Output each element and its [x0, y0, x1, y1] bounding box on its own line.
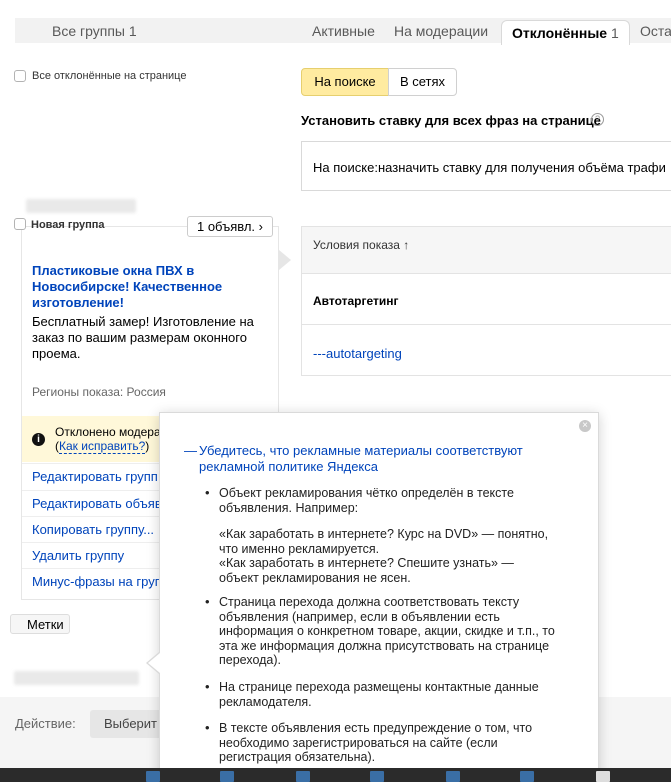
blurred-footer-text: [14, 671, 139, 685]
conditions-table: Условия показа ↑ Автотаргетинг ---autota…: [301, 226, 671, 376]
example-bad: «Как заработать в интернете? Спешите узн…: [219, 556, 514, 585]
groups-tab-bar: Все группы 1 Активные На модерации Откло…: [15, 18, 671, 45]
action-select[interactable]: Выберит: [90, 710, 170, 738]
group-name: Новая группа: [31, 219, 105, 231]
moderation-rules-popup: × — Убедитесь, что рекламные материалы с…: [159, 412, 599, 782]
popup-heading-link[interactable]: Убедитесь, что рекламные материалы соотв…: [199, 443, 569, 475]
rule-item-contacts: На странице перехода размещены контактны…: [205, 680, 559, 709]
how-to-fix-label: Как исправить?: [59, 439, 146, 454]
how-to-fix-link[interactable]: (Как исправить?): [55, 439, 149, 454]
tab-moderation[interactable]: На модерации: [394, 18, 488, 43]
taskbar-app-icon[interactable]: [220, 771, 234, 782]
autotargeting-link[interactable]: ---autotargeting: [313, 346, 402, 361]
tags-button[interactable]: Метки: [10, 614, 70, 634]
taskbar-app-icon[interactable]: [146, 771, 160, 782]
moderation-status-text: Отклонено модера: [55, 425, 161, 439]
taskbar-app-icon[interactable]: [446, 771, 460, 782]
taskbar-app-icon[interactable]: [596, 771, 610, 782]
select-all-checkbox[interactable]: [14, 70, 26, 82]
ad-regions: Регионы показа: Россия: [32, 385, 166, 399]
blurred-group-id: [26, 199, 136, 213]
select-all-label: Все отклонённые на странице: [32, 70, 187, 82]
conditions-divider: [302, 324, 671, 325]
bid-heading: Установить ставку для всех фраз на стран…: [301, 113, 601, 128]
ad-text: Бесплатный замер! Изготовление на заказ …: [32, 314, 254, 361]
group-checkbox[interactable]: [14, 218, 26, 230]
action-label: Действие:: [15, 716, 76, 731]
autotargeting-label: Автотаргетинг: [313, 294, 399, 308]
rule-item-landing: Страница перехода должна соответствовать…: [205, 595, 559, 668]
conditions-header-row: Условия показа ↑: [302, 227, 671, 274]
ad-title[interactable]: Пластиковые окна ПВХ в Новосибирске! Кач…: [32, 263, 272, 311]
tab-rejected[interactable]: Отклонённые 1: [501, 20, 630, 45]
taskbar-app-icon[interactable]: [520, 771, 534, 782]
tab-rejected-count: 1: [610, 25, 619, 41]
info-icon: i: [32, 433, 45, 446]
card-pointer: [279, 250, 291, 270]
tab-all-groups[interactable]: Все группы 1: [52, 18, 137, 43]
ads-count-button[interactable]: 1 объявл. ›: [187, 216, 273, 237]
os-taskbar: [0, 768, 671, 782]
question-circle-icon[interactable]: ?: [591, 113, 604, 126]
close-icon[interactable]: ×: [579, 420, 591, 432]
taskbar-app-icon[interactable]: [296, 771, 310, 782]
conditions-header[interactable]: Условия показа ↑: [313, 238, 409, 252]
bid-row-label: На поиске:: [313, 160, 378, 175]
tab-active[interactable]: Активные: [312, 18, 375, 43]
rule-item-object: Объект рекламирования чётко определён в …: [205, 486, 559, 515]
tab-all-groups-label: Все группы: [52, 23, 125, 39]
ads-count-label: 1 объявл.: [196, 219, 256, 234]
tab-stopped[interactable]: Оста: [640, 18, 671, 43]
bid-row-value[interactable]: назначить ставку для получения объёма тр…: [378, 160, 666, 175]
bid-mode-networks-button[interactable]: В сетях: [388, 68, 457, 96]
tab-all-groups-count: 1: [128, 23, 137, 39]
taskbar-app-icon[interactable]: [370, 771, 384, 782]
bid-mode-search-button[interactable]: На поиске: [301, 68, 389, 96]
popup-pointer-fill: [148, 653, 160, 673]
tab-rejected-label: Отклонённые: [512, 25, 608, 41]
example-good: «Как заработать в интернете? Курс на DVD…: [219, 527, 549, 556]
rule-item-registration: В тексте объявления есть предупреждение …: [205, 721, 559, 765]
chevron-right-icon: ›: [258, 219, 264, 234]
popup-heading-dash: —: [184, 443, 197, 458]
bid-row: На поиске: назначить ставку для получени…: [301, 141, 671, 191]
